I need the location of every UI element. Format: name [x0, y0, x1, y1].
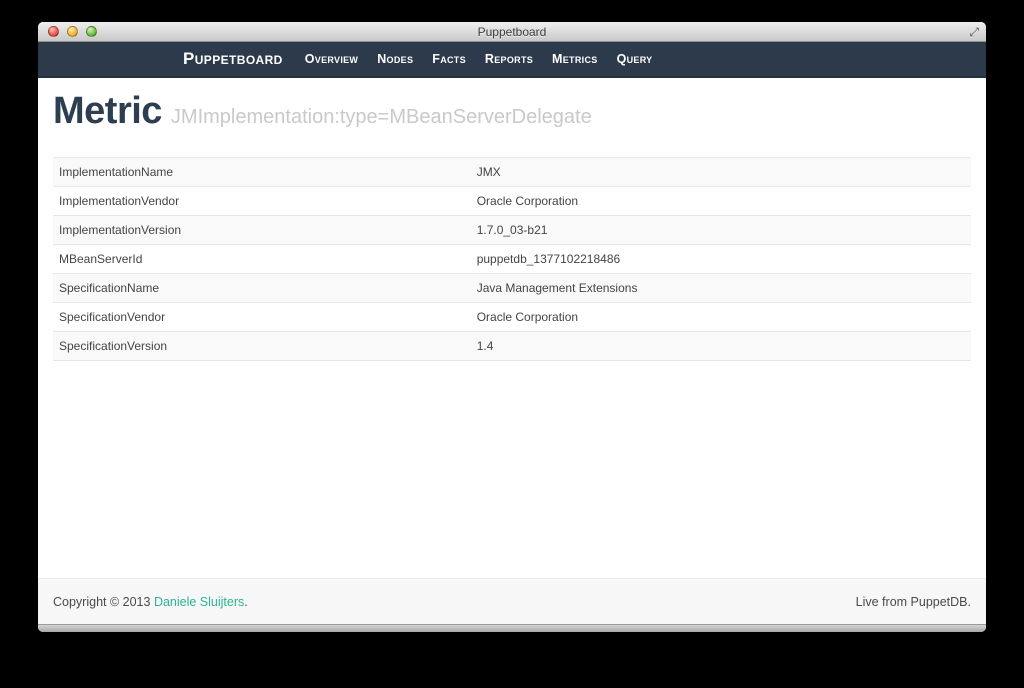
window-controls — [48, 22, 97, 41]
fullscreen-icon[interactable]: ⤢ — [969, 26, 979, 38]
metric-key-cell: MBeanServerId — [53, 244, 471, 273]
author-link[interactable]: Daniele Sluijters — [154, 595, 244, 609]
navbar-item[interactable]: Overview — [305, 52, 358, 66]
metric-value-cell: puppetdb_1377102218486 — [471, 244, 971, 273]
copyright-prefix: Copyright © 2013 — [53, 595, 154, 609]
navbar-brand[interactable]: Puppetboard — [183, 49, 283, 69]
window-titlebar[interactable]: Puppetboard ⤢ — [38, 22, 986, 42]
metric-table-body: ImplementationName JMX ImplementationVen… — [53, 157, 971, 360]
zoom-button[interactable] — [86, 26, 97, 37]
footer: Copyright © 2013 Daniele Sluijters. Live… — [38, 578, 986, 624]
table-row: ImplementationVersion 1.7.0_03-b21 — [53, 215, 971, 244]
metric-value-cell: JMX — [471, 157, 971, 186]
metric-key-cell: SpecificationName — [53, 273, 471, 302]
metric-key-cell: ImplementationVendor — [53, 186, 471, 215]
metric-value-cell: 1.7.0_03-b21 — [471, 215, 971, 244]
metric-value-cell: Oracle Corporation — [471, 186, 971, 215]
desktop-background: Puppetboard ⤢ Puppetboard Overview Nodes F… — [0, 0, 1024, 688]
table-row: ImplementationName JMX — [53, 157, 971, 186]
metric-value-cell: 1.4 — [471, 331, 971, 360]
table-row: MBeanServerId puppetdb_1377102218486 — [53, 244, 971, 273]
navbar-items: Overview Nodes Facts Reports Metrics Query — [305, 52, 653, 66]
metric-value-cell: Java Management Extensions — [471, 273, 971, 302]
table-row: SpecificationName Java Management Extens… — [53, 273, 971, 302]
page-title: Metric — [53, 90, 162, 132]
navbar: Puppetboard Overview Nodes Facts Reports Met… — [38, 42, 986, 78]
main-content: Metric JMImplementation:type=MBeanServerD… — [38, 78, 986, 578]
metric-key-cell: SpecificationVendor — [53, 302, 471, 331]
metric-key-cell: SpecificationVersion — [53, 331, 471, 360]
copyright-text: Copyright © 2013 Daniele Sluijters. — [53, 595, 248, 609]
metric-key-cell: ImplementationVersion — [53, 215, 471, 244]
navbar-item[interactable]: Metrics — [552, 52, 598, 66]
page-subtitle: JMImplementation:type=MBeanServerDelegat… — [171, 106, 592, 128]
metric-table: ImplementationName JMX ImplementationVen… — [53, 157, 971, 361]
navbar-item[interactable]: Facts — [432, 52, 466, 66]
metric-key-cell: ImplementationName — [53, 157, 471, 186]
table-row: SpecificationVersion 1.4 — [53, 331, 971, 360]
navbar-item[interactable]: Query — [617, 52, 653, 66]
window-bottom-edge — [38, 624, 986, 632]
footer-status: Live from PuppetDB. — [856, 595, 971, 609]
copyright-suffix: . — [244, 595, 247, 609]
table-row: ImplementationVendor Oracle Corporation — [53, 186, 971, 215]
close-button[interactable] — [48, 26, 59, 37]
page-header: Metric JMImplementation:type=MBeanServerD… — [53, 91, 971, 133]
window-title: Puppetboard — [478, 25, 547, 39]
metric-value-cell: Oracle Corporation — [471, 302, 971, 331]
table-row: SpecificationVendor Oracle Corporation — [53, 302, 971, 331]
navbar-item[interactable]: Reports — [485, 52, 533, 66]
navbar-item[interactable]: Nodes — [377, 52, 413, 66]
app-window: Puppetboard ⤢ Puppetboard Overview Nodes F… — [38, 22, 986, 632]
minimize-button[interactable] — [67, 26, 78, 37]
